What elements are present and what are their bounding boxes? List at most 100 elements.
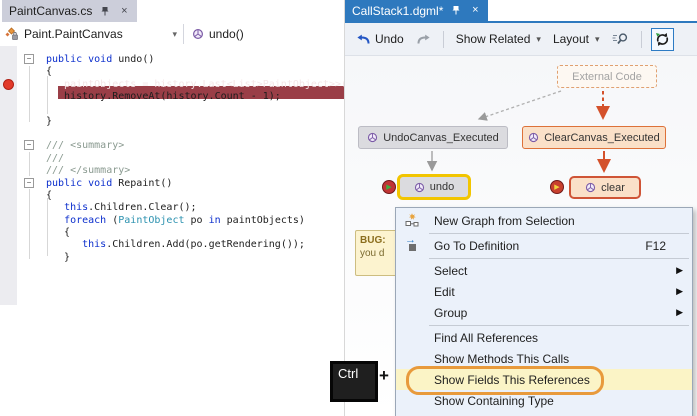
code-line: /// <summary> <box>46 140 125 152</box>
plus-sign: + <box>379 366 389 385</box>
type-name: Paint.PaintCanvas <box>24 27 123 41</box>
code-line: this.Children.Add(po.getRendering()); <box>82 239 305 251</box>
chevron-down-icon: ▾ <box>172 28 177 39</box>
show-related-dropdown[interactable]: Show Related ▾ <box>453 30 544 48</box>
method-icon <box>585 182 596 193</box>
code-editor-pane: PaintCanvas.cs × Paint.PaintCanvas ▾ und… <box>0 0 344 308</box>
menu-item-edit[interactable]: Edit ▶ <box>396 281 692 302</box>
sync-toggle-button[interactable] <box>650 27 674 51</box>
code-line: this.Children.Clear(); <box>64 202 197 214</box>
indent-guide <box>29 152 30 176</box>
menu-item-label: Go To Definition <box>434 238 520 253</box>
fold-collapse-icon[interactable]: − <box>24 140 34 151</box>
menu-item-label: Show Methods This Calls <box>434 351 570 366</box>
call-origin-badge: ▶ <box>550 180 564 194</box>
new-graph-icon <box>404 212 420 228</box>
class-icon <box>4 27 19 41</box>
code-line: foreach (PaintObject po in paintObjects) <box>64 214 305 226</box>
bug-note-line2: you d <box>360 248 385 259</box>
menu-item-find-all-references[interactable]: Find All References <box>396 327 692 348</box>
method-icon <box>192 28 204 40</box>
undo-button[interactable]: Undo <box>353 30 407 48</box>
code-line: public void undo() <box>46 54 155 65</box>
undo-icon <box>356 33 371 46</box>
code-area[interactable]: public void undo(){ paintObjects = histo… <box>0 46 344 308</box>
menu-item-select[interactable]: Select ▶ <box>396 260 692 281</box>
menu-item-label: Find All References <box>434 330 539 345</box>
node-clearcanvas-executed[interactable]: ClearCanvas_Executed <box>522 126 666 149</box>
sync-icon <box>655 32 670 47</box>
type-dropdown[interactable]: Paint.PaintCanvas ▾ <box>0 27 183 41</box>
visual-studio-screenshot: PaintCanvas.cs × Paint.PaintCanvas ▾ und… <box>0 0 697 416</box>
menu-item-label: Group <box>434 305 468 320</box>
chevron-down-icon: ▾ <box>536 33 541 44</box>
ctrl-key-label: Ctrl <box>338 366 359 381</box>
node-label: ClearCanvas_Executed <box>544 131 660 144</box>
highlight-annotation-ring <box>406 366 604 395</box>
graph-tab-bar: CallStack1.dgml* × <box>345 0 697 21</box>
current-statement-badge: ▶ <box>382 180 396 194</box>
code-line: { <box>46 66 53 78</box>
tab-callstack-dgml[interactable]: CallStack1.dgml* × <box>345 0 489 21</box>
node-label: undo <box>429 181 455 193</box>
submenu-arrow-icon: ▶ <box>676 286 683 296</box>
code-line: /// </summary> <box>46 165 131 177</box>
node-undocanvas-executed[interactable]: UndoCanvas_Executed <box>358 126 508 149</box>
toolbar-separator <box>640 30 642 48</box>
bug-note-line1: BUG: <box>360 235 386 246</box>
fold-collapse-icon[interactable]: − <box>24 177 34 188</box>
menu-item-group[interactable]: Group ▶ <box>396 302 692 323</box>
undo-label: Undo <box>375 32 404 46</box>
menu-item-label: New Graph from Selection <box>434 213 575 228</box>
node-clear[interactable]: clear <box>569 176 641 199</box>
pin-icon[interactable] <box>450 5 462 17</box>
show-related-label: Show Related <box>455 32 531 46</box>
ctrl-key-graphic: Ctrl <box>330 361 378 402</box>
code-line: } <box>46 251 71 263</box>
node-external-code[interactable]: External Code <box>557 65 657 88</box>
menu-shortcut: F12 <box>645 238 666 253</box>
fold-collapse-icon[interactable]: − <box>24 54 34 64</box>
editor-tab-bar: PaintCanvas.cs × <box>0 0 344 22</box>
code-line: } <box>46 115 53 127</box>
menu-item-label: Show Containing Type <box>434 393 554 408</box>
zoom-icon <box>612 32 629 46</box>
layout-label: Layout <box>552 32 589 46</box>
zoom-button[interactable] <box>609 30 632 48</box>
close-icon[interactable]: × <box>469 5 481 17</box>
code-line: { <box>46 189 53 201</box>
member-name: undo() <box>209 27 244 41</box>
code-line: public void Repaint() <box>46 177 173 189</box>
layout-dropdown[interactable]: Layout ▾ <box>550 30 603 48</box>
code-line: history.RemoveAt(history.Count - 1); <box>46 91 281 103</box>
method-icon <box>528 132 539 143</box>
graph-toolbar: Undo Show Related ▾ Layout ▾ <box>345 23 697 56</box>
tab-paintcanvas[interactable]: PaintCanvas.cs × <box>2 0 138 22</box>
node-label: clear <box>601 181 625 194</box>
method-icon <box>414 182 425 193</box>
tab-title: PaintCanvas.cs <box>9 4 93 18</box>
pin-icon[interactable] <box>99 5 111 17</box>
node-undo[interactable]: undo <box>397 174 471 200</box>
node-label: UndoCanvas_Executed <box>383 131 499 144</box>
redo-button[interactable] <box>413 31 434 48</box>
navigation-bar: Paint.PaintCanvas ▾ undo() <box>0 22 344 47</box>
menu-item-go-to-definition[interactable]: → Go To Definition F12 <box>396 234 692 256</box>
menu-item-label: Select <box>434 263 468 278</box>
submenu-arrow-icon: ▶ <box>676 265 683 275</box>
menu-item-new-graph-from-selection[interactable]: New Graph from Selection <box>396 210 692 231</box>
member-dropdown[interactable]: undo() <box>184 27 244 41</box>
node-label: External Code <box>572 70 642 83</box>
breakpoint-indicator[interactable] <box>3 78 14 90</box>
tab-title: CallStack1.dgml* <box>352 3 444 18</box>
redo-icon <box>416 33 431 46</box>
code-line: paintObjects = history.Last<List>PaintOb… <box>46 78 344 90</box>
method-icon <box>367 132 378 143</box>
code-line: /// <box>46 152 65 164</box>
close-icon[interactable]: × <box>118 5 130 17</box>
submenu-arrow-icon: ▶ <box>676 307 683 317</box>
code-line: { <box>46 226 71 238</box>
indent-guide <box>29 189 30 259</box>
chevron-down-icon: ▾ <box>594 33 600 44</box>
go-to-definition-icon: → <box>404 234 420 253</box>
